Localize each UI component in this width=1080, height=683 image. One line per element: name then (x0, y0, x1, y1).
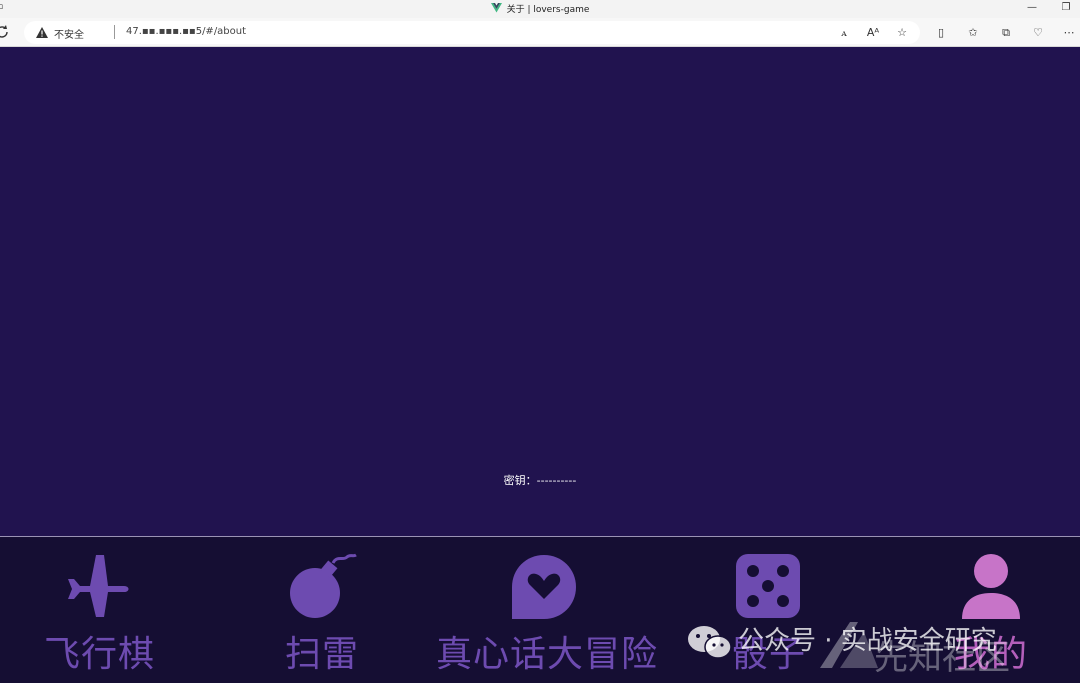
window-title: 关于 | lovers-game (506, 5, 590, 15)
favorites-icon[interactable]: ✩ (965, 25, 981, 41)
security-label[interactable]: 不安全 (54, 26, 84, 41)
secret-label: 密钥： (503, 474, 537, 487)
dice-icon (736, 554, 800, 618)
nav-item-flight-chess[interactable]: 飞行棋 (44, 537, 164, 683)
nav-label-flight-chess: 飞行棋 (44, 634, 156, 675)
more-icon[interactable]: ⋯ (1061, 25, 1077, 41)
xianzhi-logo-text: 先知社区 (874, 638, 1010, 678)
nav-label-truth-or-dare: 真心话大冒险 (436, 634, 659, 675)
browser-toolbar: 不安全 47.▪▪.▪▪▪.▪▪5/#/about ꭺ Aᴬ ☆ ▯ ✩ ⧉ ♡… (0, 18, 1080, 47)
xianzhi-logo-icon (820, 622, 878, 668)
airplane-icon (68, 555, 129, 617)
user-icon (962, 554, 1020, 619)
minimize-button[interactable]: — (1015, 0, 1049, 18)
about-page: 密钥：---------- (0, 47, 1080, 536)
nav-item-truth-or-dare[interactable]: 真心话大冒险 (436, 537, 658, 683)
reload-icon[interactable] (0, 24, 10, 40)
window-title-wrap: 关于 | lovers-game (0, 2, 1080, 15)
wechat-icon (688, 626, 732, 659)
restore-button[interactable]: ❐ (1049, 0, 1080, 18)
window-titlebar: ▫ 关于 | lovers-game — ❐ (0, 0, 1080, 18)
star-icon[interactable]: ☆ (894, 25, 910, 41)
extension-icon[interactable]: ♡ (1030, 25, 1046, 41)
collections-icon[interactable]: ⧉ (998, 25, 1014, 41)
nav-item-dice[interactable]: 骰子 (730, 537, 810, 683)
address-bar[interactable]: 不安全 47.▪▪.▪▪▪.▪▪5/#/about ꭺ Aᴬ ☆ (24, 21, 920, 44)
nav-label-minesweeper: 扫雷 (285, 634, 360, 675)
secret-value: ---------- (536, 474, 577, 487)
translate-icon[interactable]: Aᴬ (865, 25, 881, 41)
warning-icon[interactable] (36, 27, 48, 38)
nav-item-minesweeper[interactable]: 扫雷 (285, 537, 365, 683)
read-aloud-icon[interactable]: ꭺ (836, 25, 852, 41)
secret-row: 密钥：---------- (0, 472, 1080, 488)
url-text[interactable]: 47.▪▪.▪▪▪.▪▪5/#/about (126, 26, 246, 37)
address-separator (114, 25, 115, 39)
bomb-icon (290, 553, 357, 618)
heart-chat-icon (512, 555, 576, 619)
vue-logo-icon (490, 3, 502, 13)
split-screen-icon[interactable]: ▯ (933, 25, 949, 41)
